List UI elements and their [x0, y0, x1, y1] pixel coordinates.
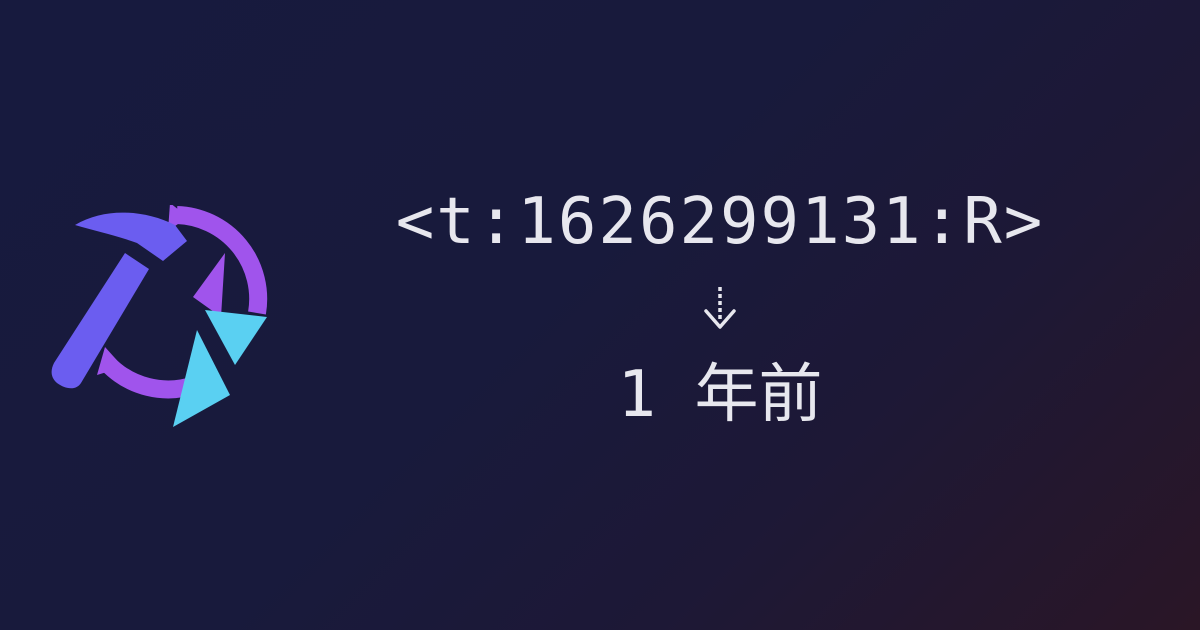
dashed-down-arrow-icon [700, 285, 740, 333]
hammer-clock-logo-icon [45, 205, 275, 440]
timestamp-code-text: <t:1626299131:R> [395, 185, 1045, 259]
relative-time-result: 1 年前 [617, 358, 823, 432]
